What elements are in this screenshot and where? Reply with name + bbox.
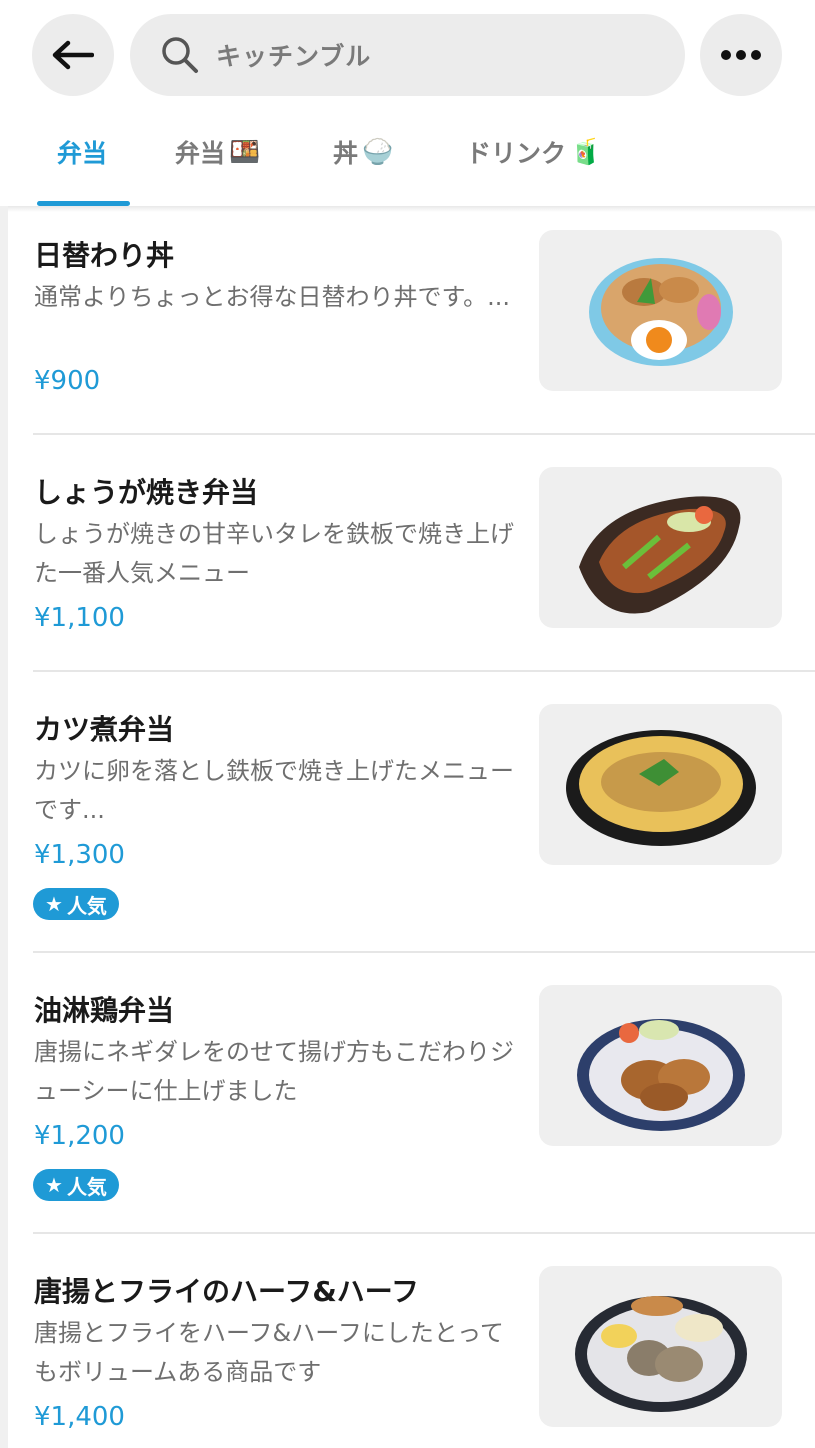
rice-bowl-emoji-icon: 🍚	[362, 137, 394, 166]
juice-box-emoji-icon: 🧃	[570, 137, 602, 166]
item-price: ¥1,400	[34, 1402, 125, 1432]
popular-badge: ★ 人気	[33, 888, 119, 920]
search-icon	[162, 37, 198, 73]
item-photo	[539, 985, 782, 1146]
item-title: しょうが焼き弁当	[34, 476, 259, 509]
menu-page: キッチンブル 弁当 弁当 🍱 丼 🍚 ドリンク 🧃 日替わり丼 通常よりちょっと…	[0, 0, 815, 1448]
divider	[33, 433, 815, 435]
menu-item[interactable]: 唐揚とフライのハーフ&ハーフ 唐揚とフライをハーフ&ハーフにしたとってもボリュー…	[0, 1248, 815, 1448]
tab-label: 丼	[333, 139, 359, 168]
item-description: 唐揚にネギダレをのせて揚げ方もこだわりジューシーに仕上げました	[34, 1038, 514, 1105]
divider	[33, 1232, 815, 1234]
divider	[33, 670, 815, 672]
item-title: カツ煮弁当	[34, 713, 175, 746]
bento-emoji-icon: 🍱	[229, 137, 261, 166]
badge-label: 人気	[66, 1174, 107, 1199]
tab-label: ドリンク	[466, 139, 567, 168]
item-description: 唐揚とフライをハーフ&ハーフにしたとってもボリュームある商品です	[34, 1319, 504, 1386]
top-bar: キッチンブル	[0, 0, 815, 110]
ellipsis-icon	[721, 50, 761, 60]
item-photo	[539, 704, 782, 865]
badge-label: 人気	[66, 893, 107, 918]
star-icon: ★	[45, 1173, 63, 1197]
tab-bento[interactable]: 弁当	[57, 132, 107, 172]
item-title: 日替わり丼	[34, 239, 175, 272]
item-description: 通常よりちょっとお得な日替わり丼です。...	[34, 283, 511, 311]
back-button[interactable]	[32, 14, 114, 96]
item-title: 唐揚とフライのハーフ&ハーフ	[34, 1275, 420, 1308]
menu-item[interactable]: しょうが焼き弁当 しょうが焼きの甘辛いタレを鉄板で焼き上げた一番人気メニュー ¥…	[0, 449, 815, 671]
search-bar[interactable]: キッチンブル	[130, 14, 685, 96]
tab-bento-box[interactable]: 弁当 🍱	[175, 132, 260, 172]
tab-label: 弁当	[57, 139, 108, 168]
item-photo	[539, 467, 782, 628]
tab-label: 弁当	[175, 139, 226, 168]
tab-donburi[interactable]: 丼 🍚	[333, 132, 393, 172]
popular-badge: ★ 人気	[33, 1169, 119, 1201]
search-input[interactable]: キッチンブル	[216, 37, 371, 73]
menu-item[interactable]: 日替わり丼 通常よりちょっとお得な日替わり丼です。... ¥900	[0, 212, 815, 434]
item-description: カツに卵を落とし鉄板で焼き上げたメニューです...	[34, 757, 514, 824]
item-price: ¥900	[34, 366, 101, 396]
item-photo	[539, 230, 782, 391]
item-price: ¥1,100	[34, 603, 125, 633]
item-title: 油淋鶏弁当	[34, 994, 175, 1027]
category-tabs: 弁当 弁当 🍱 丼 🍚 ドリンク 🧃	[0, 110, 815, 206]
item-price: ¥1,300	[34, 840, 125, 870]
divider	[33, 951, 815, 953]
more-options-button[interactable]	[700, 14, 782, 96]
arrow-left-icon	[52, 40, 94, 70]
item-price: ¥1,200	[34, 1121, 125, 1151]
menu-item[interactable]: カツ煮弁当 カツに卵を落とし鉄板で焼き上げたメニューです... ¥1,300 ★…	[0, 686, 815, 952]
star-icon: ★	[45, 892, 63, 916]
tab-drink[interactable]: ドリンク 🧃	[466, 132, 601, 172]
menu-item[interactable]: 油淋鶏弁当 唐揚にネギダレをのせて揚げ方もこだわりジューシーに仕上げました ¥1…	[0, 967, 815, 1233]
item-photo	[539, 1266, 782, 1427]
item-description: しょうが焼きの甘辛いタレを鉄板で焼き上げた一番人気メニュー	[34, 520, 514, 587]
